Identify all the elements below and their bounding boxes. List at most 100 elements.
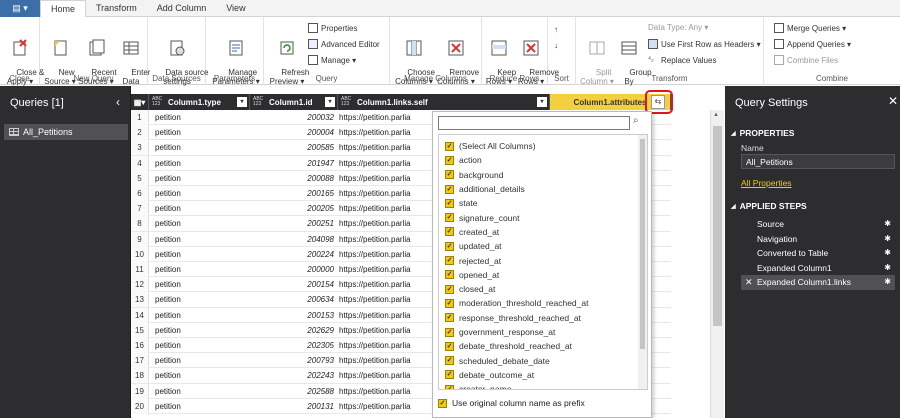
checkbox-checked-icon[interactable]: ✓ [445, 370, 454, 380]
gear-icon[interactable]: ✱ [884, 217, 891, 232]
gear-icon[interactable]: ✱ [884, 261, 891, 276]
column-header-links-self[interactable]: ABC 123 Column1.links.self ▾ [338, 94, 550, 110]
delete-step-icon[interactable]: ✕ [745, 275, 753, 290]
checkbox-checked-icon[interactable]: ✓ [445, 356, 454, 366]
checkbox-checked-icon[interactable]: ✓ [445, 227, 454, 237]
column-option[interactable]: ✓ debate_threshold_reached_at [445, 339, 572, 353]
split-column-button[interactable]: Split Column ▾ [580, 21, 614, 95]
tab-view[interactable]: View [216, 0, 255, 17]
replace-values-button[interactable]: ⁴₂ Replace Values [648, 55, 716, 65]
applied-step[interactable]: Converted to Table ✱ [741, 246, 895, 261]
gear-icon[interactable]: ✱ [884, 275, 891, 290]
column-option[interactable]: ✓ (Select All Columns) [445, 139, 536, 153]
tab-add-column[interactable]: Add Column [147, 0, 217, 17]
data-source-settings-button[interactable]: Data source settings [152, 21, 208, 95]
applied-step[interactable]: ✕ Expanded Column1.links ✱ [741, 275, 895, 290]
column-option[interactable]: ✓ background [445, 168, 503, 182]
choose-columns-button[interactable]: Choose Columns ▾ [394, 21, 435, 95]
file-menu-button[interactable]: ▤ ▾ [0, 0, 40, 17]
checkbox-checked-icon[interactable]: ✓ [445, 284, 454, 294]
applied-step[interactable]: Source ✱ [741, 217, 895, 232]
sort-descending-button[interactable]: ↓ [554, 41, 564, 51]
query-item-all-petitions[interactable]: All_Petitions [4, 124, 128, 140]
column-option[interactable]: ✓ rejected_at [445, 253, 501, 267]
column-option[interactable]: ✓ government_response_at [445, 325, 555, 339]
table-menu-icon[interactable]: ▦▾ [131, 94, 149, 110]
checkbox-checked-icon[interactable]: ✓ [445, 141, 454, 151]
group-by-button[interactable]: Group By [616, 21, 652, 95]
checkbox-checked-icon[interactable]: ✓ [445, 327, 454, 337]
checkbox-checked-icon[interactable]: ✓ [445, 170, 454, 180]
scroll-up-icon[interactable]: ▲ [713, 112, 719, 118]
merge-queries-button[interactable]: Merge Queries ▾ [774, 23, 846, 33]
refresh-preview-button[interactable]: Refresh Preview ▾ [268, 21, 309, 95]
combine-files-button[interactable]: Combine Files [774, 55, 838, 65]
new-source-button[interactable]: New Source ▾ [44, 21, 76, 95]
checkbox-checked-icon[interactable]: ✓ [445, 256, 454, 266]
column-option[interactable]: ✓ response_threshold_reached_at [445, 311, 581, 325]
applied-step[interactable]: Navigation ✱ [741, 232, 895, 247]
applied-step[interactable]: Expanded Column1 ✱ [741, 261, 895, 276]
close-icon[interactable]: ✕ [888, 94, 898, 108]
remove-rows-button[interactable]: Remove Rows ▾ [516, 21, 559, 95]
checkbox-checked-icon[interactable]: ✓ [445, 270, 454, 280]
data-type-dropdown[interactable]: Data Type: Any ▾ [648, 23, 708, 32]
vertical-scrollbar[interactable]: ▲ [710, 110, 724, 418]
manage-button[interactable]: Manage ▾ [308, 55, 356, 65]
use-prefix-option[interactable]: ✓ Use original column name as prefix [438, 398, 585, 408]
advanced-editor-button[interactable]: Advanced Editor [308, 39, 380, 49]
column-option[interactable]: ✓ state [445, 196, 477, 210]
applied-steps-section-header[interactable]: ◢ APPLIED STEPS [731, 201, 807, 211]
checkbox-checked-icon[interactable]: ✓ [445, 341, 454, 351]
column-option[interactable]: ✓ closed_at [445, 282, 495, 296]
column-option[interactable]: ✓ signature_count [445, 211, 520, 225]
column-option[interactable]: ✓ scheduled_debate_date [445, 354, 550, 368]
checkbox-checked-icon[interactable]: ✓ [445, 241, 454, 251]
manage-parameters-button[interactable]: Manage Parameters ▾ [210, 21, 262, 95]
checkbox-checked-icon[interactable]: ✓ [445, 298, 454, 308]
column-option[interactable]: ✓ updated_at [445, 239, 502, 253]
gear-icon[interactable]: ✱ [884, 246, 891, 261]
column-option[interactable]: ✓ moderation_threshold_reached_at [445, 296, 588, 310]
checkbox-checked-icon[interactable]: ✓ [445, 213, 454, 223]
filter-dropdown-icon[interactable]: ▾ [537, 97, 547, 107]
query-name-input[interactable] [741, 154, 895, 169]
column-option[interactable]: ✓ created_at [445, 225, 499, 239]
column-header-type[interactable]: ABC 123 Column1.type ▾ [149, 94, 250, 110]
list-scrollbar[interactable] [638, 135, 647, 389]
properties-button[interactable]: Properties [308, 23, 357, 33]
expand-column-icon[interactable]: ⇆ [651, 95, 665, 109]
column-search-input[interactable] [438, 116, 630, 130]
column-option[interactable]: ✓ action [445, 153, 482, 167]
checkbox-checked-icon[interactable]: ✓ [445, 198, 454, 208]
enter-data-button[interactable]: Enter Data [118, 21, 150, 95]
any-type-icon[interactable]: ABC 123 [253, 97, 265, 107]
tab-home[interactable]: Home [40, 0, 87, 18]
collapse-icon[interactable]: ‹ [116, 95, 120, 109]
column-header-id[interactable]: ABC 123 Column1.id ▾ [250, 94, 338, 110]
append-queries-button[interactable]: Append Queries ▾ [774, 39, 851, 49]
scrollbar-thumb[interactable] [713, 126, 722, 326]
filter-dropdown-icon[interactable]: ▾ [325, 97, 335, 107]
any-type-icon[interactable]: ABC 123 [341, 97, 353, 107]
checkbox-checked-icon[interactable]: ✓ [445, 384, 454, 389]
checkbox-checked-icon[interactable]: ✓ [445, 313, 454, 323]
keep-rows-button[interactable]: Keep Rows ▾ [484, 21, 516, 95]
any-type-icon[interactable]: ABC 123 [152, 97, 164, 107]
recent-sources-button[interactable]: Recent Sources ▾ [78, 21, 117, 95]
column-option[interactable]: ✓ creator_name [445, 382, 511, 389]
remove-columns-button[interactable]: Remove Columns ▾ [436, 21, 479, 95]
column-option[interactable]: ✓ opened_at [445, 268, 499, 282]
gear-icon[interactable]: ✱ [884, 232, 891, 247]
checkbox-checked-icon[interactable]: ✓ [445, 184, 454, 194]
checkbox-checked-icon[interactable]: ✓ [438, 398, 447, 408]
column-option[interactable]: ✓ additional_details [445, 182, 525, 196]
list-scrollbar-thumb[interactable] [640, 139, 645, 349]
tab-transform[interactable]: Transform [86, 0, 147, 17]
filter-dropdown-icon[interactable]: ▾ [237, 97, 247, 107]
use-first-row-headers-button[interactable]: Use First Row as Headers ▾ [648, 39, 761, 49]
properties-section-header[interactable]: ◢ PROPERTIES [731, 128, 794, 138]
close-apply-button[interactable]: Close & Apply ▾ [3, 21, 44, 95]
sort-ascending-button[interactable]: ↑ [554, 25, 564, 35]
checkbox-checked-icon[interactable]: ✓ [445, 155, 454, 165]
